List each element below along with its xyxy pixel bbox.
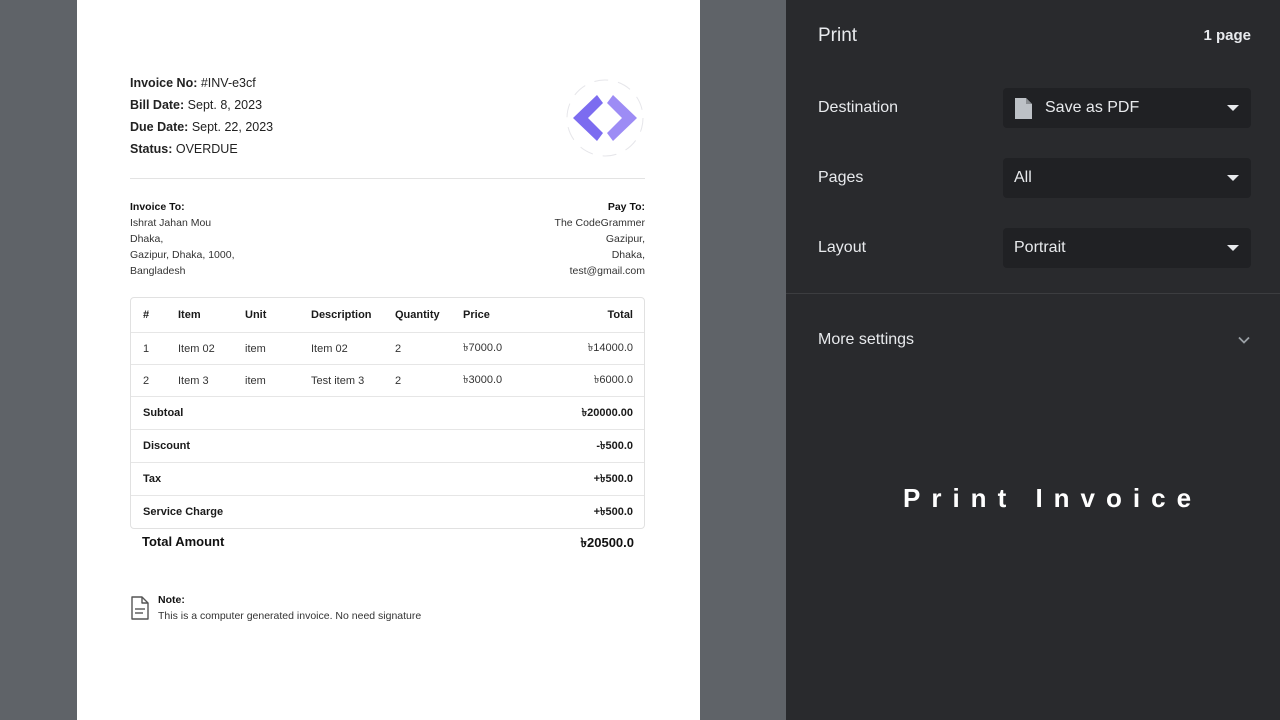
- invoice-to-line: Ishrat Jahan Mou: [130, 217, 212, 229]
- column-header: Description: [311, 309, 372, 321]
- status-line: Status: OVERDUE: [130, 142, 238, 156]
- total-amount-value: ৳20500.0: [580, 535, 634, 550]
- bill-date: Sept. 8, 2023: [184, 98, 263, 112]
- pay-to-line: The CodeGrammer: [554, 217, 645, 229]
- note-text: This is a computer generated invoice. No…: [158, 610, 422, 622]
- layout-label: Layout: [818, 239, 867, 256]
- more-settings-label: More settings: [818, 331, 915, 348]
- pay-to-line: Dhaka,: [611, 249, 645, 261]
- due-date: Sept. 22, 2023: [188, 120, 274, 134]
- code-logo-icon: [566, 79, 644, 157]
- note-heading: Note:: [158, 594, 185, 606]
- table-row: 1 Item 02 item Item 02 2 ৳7000.0 ৳14000.…: [131, 332, 644, 364]
- column-header: Total: [607, 309, 633, 321]
- invoice-meta: Invoice No: #INV-e3cf Bill Date: Sept. 8…: [130, 72, 273, 160]
- invoice-number: #INV-e3cf: [197, 76, 256, 90]
- column-header: Item: [178, 309, 201, 321]
- items-table: # Item Unit Description Quantity Price T…: [130, 297, 645, 529]
- invoice-number-line: Invoice No: #INV-e3cf: [130, 76, 256, 90]
- column-header: Unit: [245, 309, 267, 321]
- table-header-row: # Item Unit Description Quantity Price T…: [131, 298, 644, 332]
- layout-setting: Layout Portrait: [818, 228, 1251, 268]
- table-cell: item: [245, 342, 266, 355]
- overlay-title: Print Invoice: [903, 483, 1203, 513]
- table-row: 2 Item 3 item Test item 3 2 ৳3000.0 ৳600…: [131, 364, 644, 396]
- table-cell: Item 02: [311, 342, 348, 355]
- discount-row: Discount -৳500.0: [131, 429, 644, 462]
- invoice-to-heading: Invoice To:: [130, 201, 185, 213]
- table-cell: Item 3: [178, 374, 209, 387]
- pages-select[interactable]: All: [1003, 158, 1251, 198]
- note-block: Note: This is a computer generated invoi…: [130, 592, 421, 624]
- document-icon: [131, 596, 149, 620]
- destination-setting: Destination Save as PDF: [818, 88, 1251, 128]
- pay-to-line: Gazipur,: [605, 233, 645, 245]
- summary-value: -৳500.0: [596, 439, 633, 452]
- pages-value: All: [1014, 169, 1032, 186]
- summary-value: +৳500.0: [593, 472, 633, 485]
- destination-label: Destination: [818, 99, 899, 116]
- total-amount-row: Total Amount ৳20500.0: [130, 534, 645, 555]
- layout-value: Portrait: [1014, 239, 1066, 256]
- summary-value: ৳20000.00: [581, 406, 633, 419]
- pay-to-heading: Pay To:: [607, 201, 645, 213]
- table-cell: Test item 3: [311, 374, 365, 387]
- layout-select[interactable]: Portrait: [1003, 228, 1251, 268]
- pages-label: Pages: [818, 169, 864, 186]
- page-count: 1 page: [1203, 27, 1251, 44]
- header-divider: [130, 178, 645, 179]
- summary-label: Tax: [143, 473, 162, 485]
- panel-divider: [786, 293, 1280, 294]
- table-cell: ৳7000.0: [463, 342, 503, 354]
- column-header: Price: [463, 309, 490, 321]
- table-cell: 1: [143, 342, 150, 355]
- pay-to-line: test@gmail.com: [569, 265, 645, 277]
- note-text-block: Note: This is a computer generated invoi…: [158, 592, 421, 624]
- summary-label: Subtoal: [143, 407, 184, 419]
- panel-title: Print: [818, 25, 858, 46]
- table-cell: 2: [395, 342, 402, 355]
- more-settings-toggle[interactable]: More settings: [818, 331, 1251, 349]
- destination-select[interactable]: Save as PDF: [1003, 88, 1251, 128]
- print-settings-panel: Print 1 page Destination Save as PDF Pag…: [786, 0, 1280, 720]
- service-charge-row: Service Charge +৳500.0: [131, 495, 644, 528]
- dropdown-arrow-icon: [1227, 245, 1239, 251]
- status-value: OVERDUE: [172, 142, 238, 156]
- table-cell: Item 02: [178, 342, 215, 355]
- summary-label: Discount: [143, 440, 191, 452]
- invoice-to-line: Dhaka,: [130, 233, 164, 245]
- chevron-down-icon: [1238, 336, 1250, 344]
- due-date-line: Due Date: Sept. 22, 2023: [130, 120, 274, 134]
- dropdown-arrow-icon: [1227, 105, 1239, 111]
- summary-label: Service Charge: [143, 506, 224, 518]
- dropdown-arrow-icon: [1227, 175, 1239, 181]
- total-amount-label: Total Amount: [142, 534, 225, 549]
- destination-value: Save as PDF: [1045, 99, 1140, 116]
- tax-row: Tax +৳500.0: [131, 462, 644, 495]
- column-header: #: [143, 309, 150, 321]
- column-header: Quantity: [395, 309, 440, 321]
- pay-to-block: Pay To: The CodeGrammer Gazipur, Dhaka, …: [555, 199, 645, 279]
- invoice-to-block: Invoice To: Ishrat Jahan Mou Dhaka, Gazi…: [130, 199, 234, 279]
- invoice-to-line: Bangladesh: [130, 265, 186, 277]
- subtotal-row: Subtoal ৳20000.00: [131, 396, 644, 429]
- table-cell: ৳14000.0: [587, 342, 633, 354]
- invoice-to-line: Gazipur, Dhaka, 1000,: [130, 249, 235, 261]
- table-cell: 2: [143, 374, 150, 387]
- table-cell: ৳6000.0: [593, 374, 633, 386]
- table-cell: 2: [395, 374, 402, 387]
- pages-setting: Pages All: [818, 158, 1251, 198]
- summary-value: +৳500.0: [593, 505, 633, 518]
- table-cell: ৳3000.0: [463, 374, 503, 386]
- bill-date-line: Bill Date: Sept. 8, 2023: [130, 98, 263, 112]
- invoice-page: Invoice No: #INV-e3cf Bill Date: Sept. 8…: [77, 0, 700, 720]
- print-preview-area: Invoice No: #INV-e3cf Bill Date: Sept. 8…: [0, 0, 786, 720]
- table-cell: item: [245, 374, 266, 387]
- document-icon: [1015, 97, 1032, 119]
